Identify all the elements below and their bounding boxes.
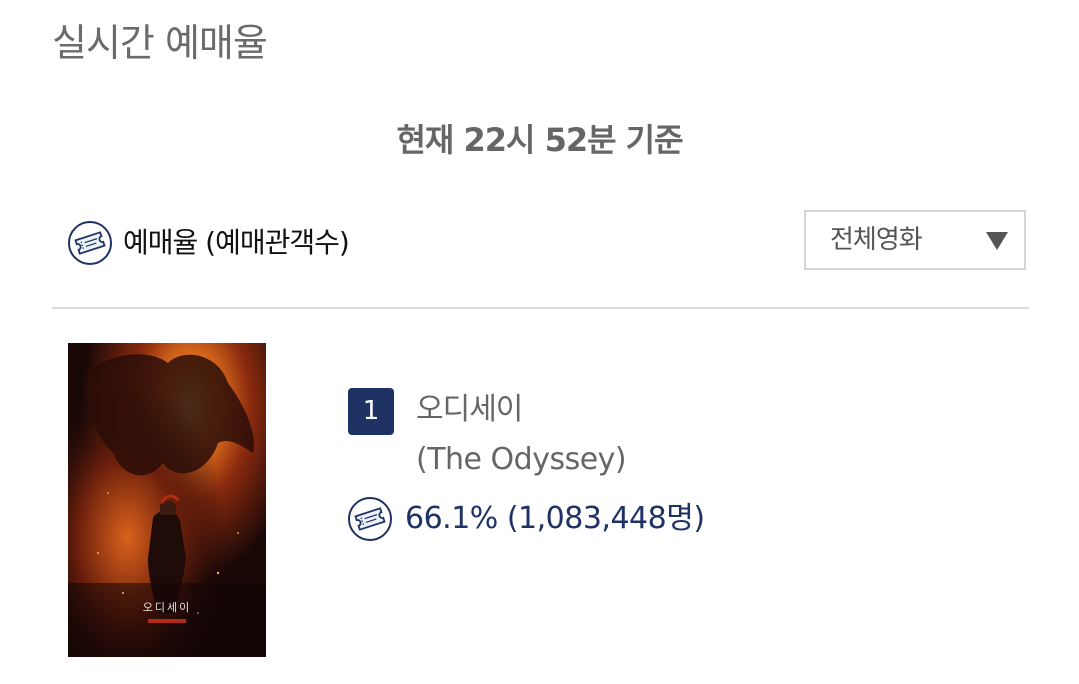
movie-filter-value: 전체영화 xyxy=(830,225,923,255)
movie-poster[interactable]: 오디세이 xyxy=(68,343,266,657)
movie-title[interactable]: 오디세이 xyxy=(416,388,523,432)
chevron-down-icon xyxy=(986,232,1008,250)
rate-header: 예매율 (예매관객수) xyxy=(67,219,350,267)
movie-title-en[interactable]: (The Odyssey) xyxy=(416,438,627,482)
timestamp: 현재 22시 52분 기준 xyxy=(396,121,683,159)
ticket-icon xyxy=(67,220,113,266)
rank-badge: 1 xyxy=(348,388,394,435)
ticket-icon xyxy=(347,496,393,542)
page-title: 실시간 예매율 xyxy=(52,21,268,65)
poster-title: 오디세이 xyxy=(143,601,191,614)
reservation-rate-value: 66.1% (1,083,448명) xyxy=(405,501,705,536)
divider xyxy=(52,307,1029,309)
rate-header-label: 예매율 (예매관객수) xyxy=(123,226,350,259)
reservation-rate-row: 66.1% (1,083,448명) xyxy=(347,495,705,543)
movie-filter-select[interactable]: 전체영화 xyxy=(804,210,1026,270)
